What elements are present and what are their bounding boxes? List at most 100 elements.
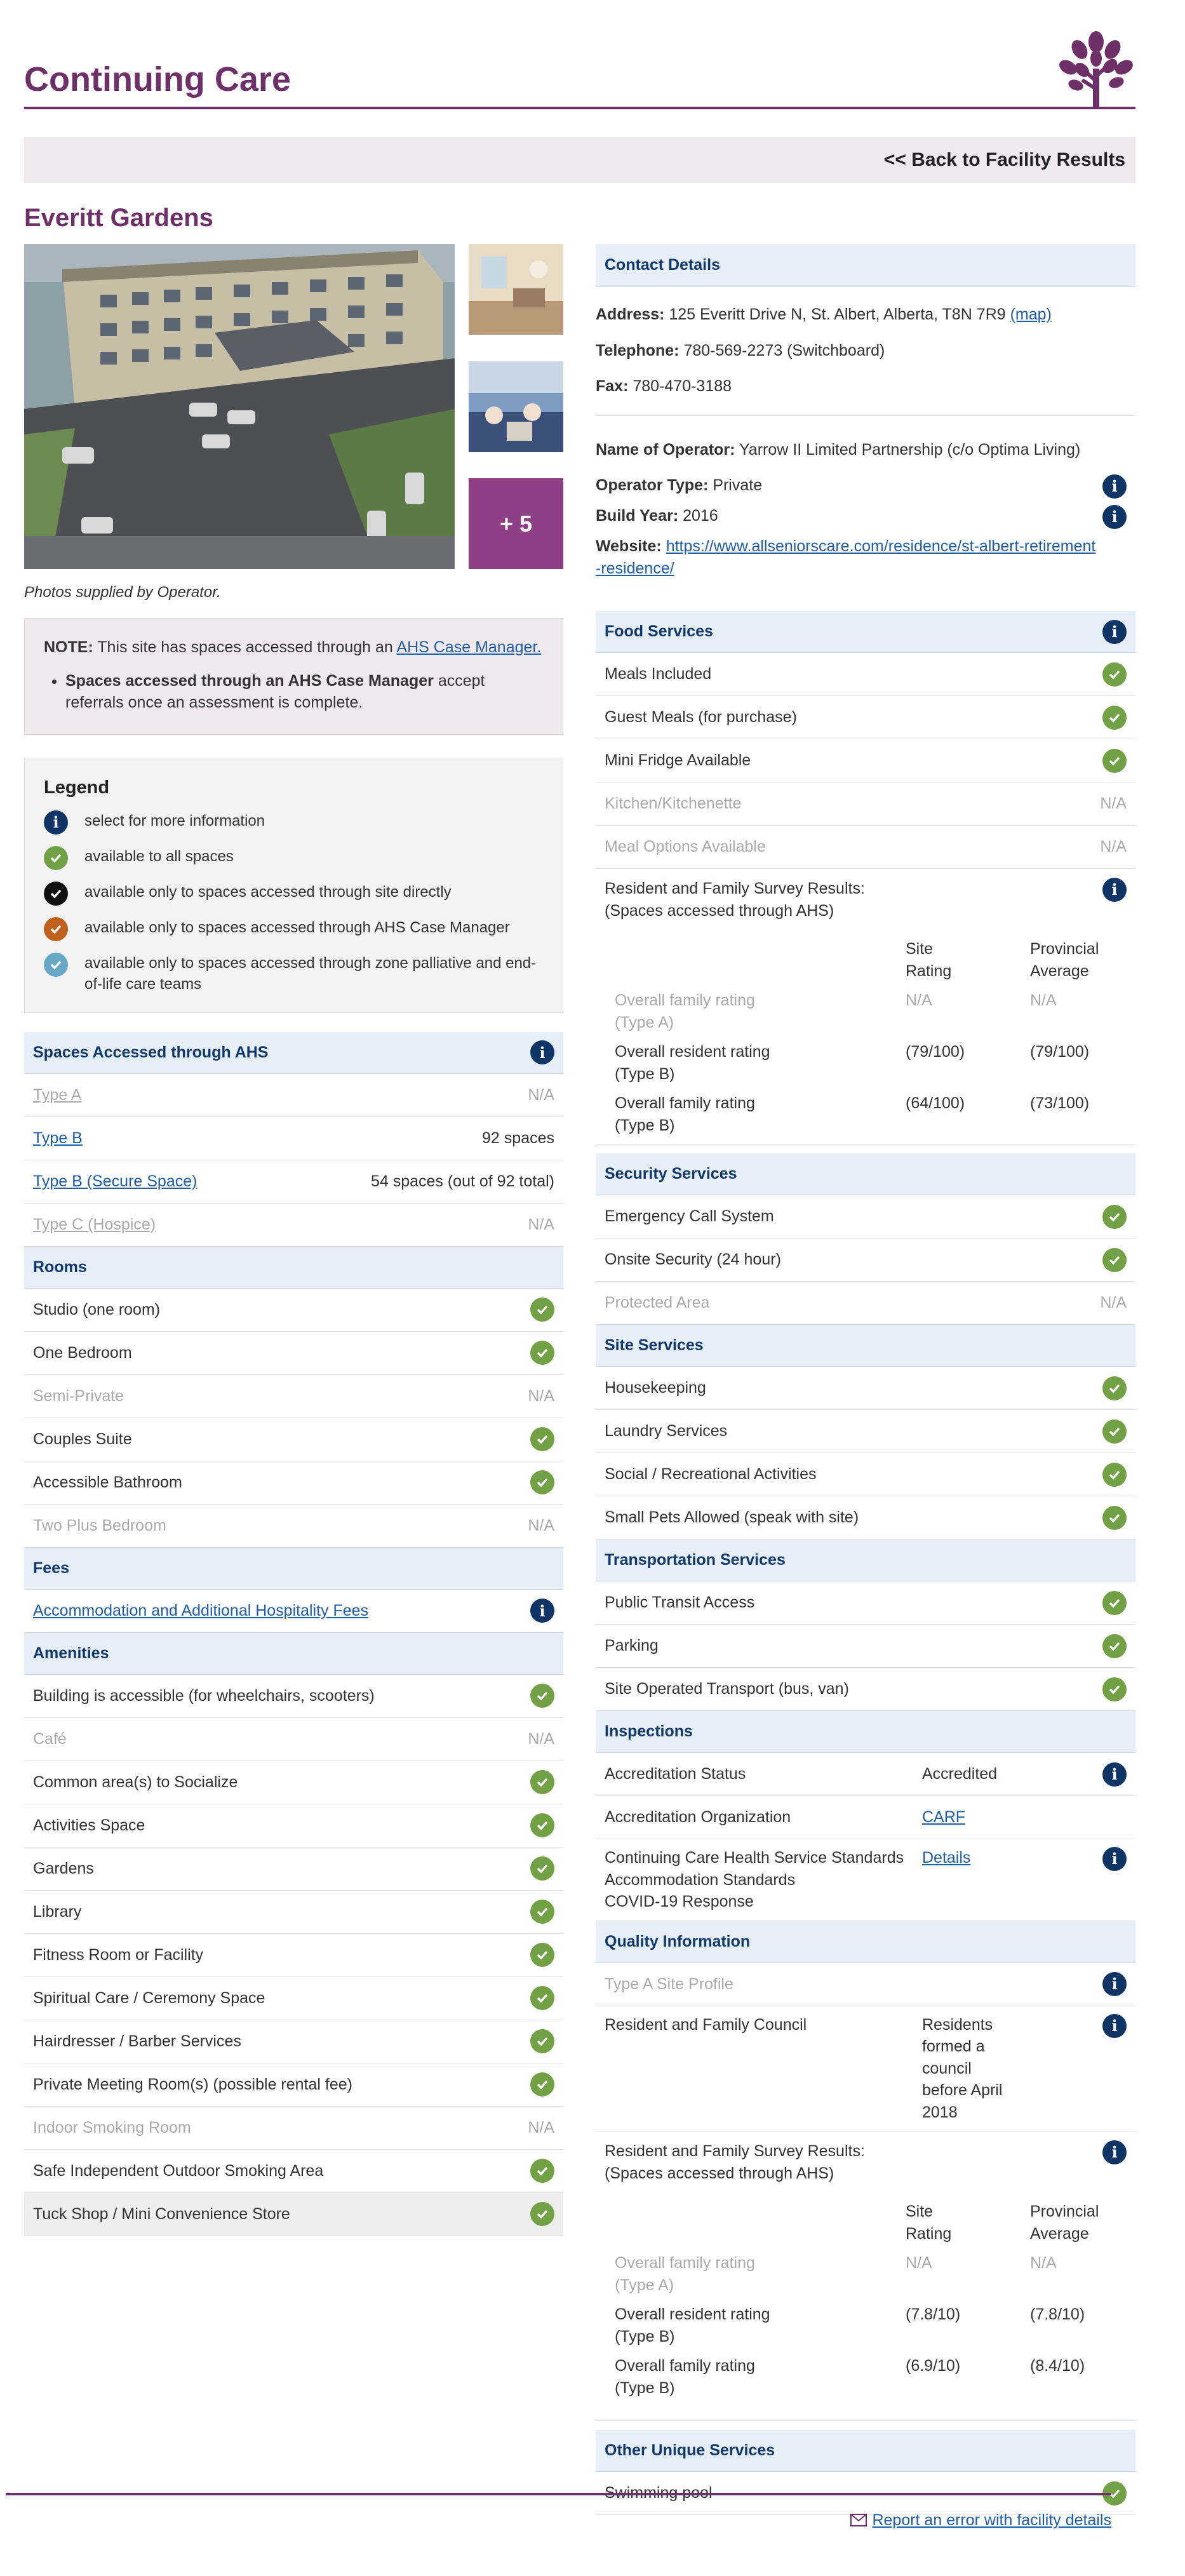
not-available-text: N/A (1100, 795, 1127, 813)
check-green-icon (1102, 1462, 1127, 1487)
not-available-text: N/A (528, 1730, 554, 1748)
back-to-results-link[interactable]: << Back to Facility Results (884, 147, 1125, 173)
check-green-icon (530, 1684, 554, 1708)
rooms-section: Rooms Studio (one room) One Bedroom Semi-P… (24, 1246, 563, 1548)
info-icon[interactable]: i (1102, 2140, 1127, 2164)
check-green-icon (530, 2029, 554, 2054)
info-icon[interactable]: i (1102, 1847, 1127, 1871)
row-label: Activities Space (33, 1816, 145, 1835)
check-green-icon (530, 1427, 554, 1452)
envelope-icon (850, 2514, 867, 2527)
check-green-icon (1102, 748, 1127, 773)
type-a-link[interactable]: Type A (33, 1084, 81, 1106)
quality-section: Quality Information Type A Site Profile i… (596, 1921, 1135, 2421)
row-label: Couples Suite (33, 1430, 132, 1449)
table-row: Library (24, 1891, 563, 1934)
table-row: Type A Site Profile i (596, 1963, 1135, 2006)
type-b-secure-link[interactable]: Type B (Secure Space) (33, 1171, 197, 1193)
check-green-icon (530, 1900, 554, 1924)
table-row: Two Plus Bedroom N/A (24, 1505, 563, 1548)
table-row: Accessible Bathroom (24, 1461, 563, 1505)
type-c-link[interactable]: Type C (Hospice) (33, 1214, 156, 1236)
table-row: Type B (Secure Space) 54 spaces (out of 9… (24, 1160, 563, 1204)
facility-name: Everitt Gardens (24, 204, 213, 232)
info-icon[interactable]: i (1102, 619, 1127, 644)
check-green-icon (44, 845, 68, 870)
info-icon[interactable]: i (1102, 1762, 1127, 1787)
info-icon[interactable]: i (1102, 474, 1127, 499)
row-label: Guest Meals (for purchase) (605, 708, 797, 727)
table-row: Laundry Services (596, 1410, 1135, 1453)
thumbnail-photo[interactable] (469, 244, 563, 335)
row-label: Protected Area (605, 1294, 710, 1312)
thumbnail-photo[interactable] (469, 361, 563, 452)
check-green-icon (530, 1341, 554, 1365)
security-section: Security Services Emergency Call System O… (596, 1153, 1135, 1325)
row-label: Parking (605, 1637, 659, 1655)
row-label: Small Pets Allowed (speak with site) (605, 1508, 859, 1527)
legend: Legend i select for more information avai… (24, 757, 563, 1013)
website-link[interactable]: https://www.allseniorscare.com/residence… (596, 537, 1095, 577)
info-icon[interactable]: i (1102, 878, 1127, 902)
check-green-icon (530, 1770, 554, 1795)
table-row: Parking (596, 1625, 1135, 1668)
row-label: Semi-Private (33, 1387, 124, 1405)
row-label: Public Transit Access (605, 1593, 755, 1612)
table-row: Building is accessible (for wheelchairs,… (24, 1675, 563, 1718)
ahs-case-manager-link[interactable]: AHS Case Manager. (396, 638, 541, 656)
row-label: One Bedroom (33, 1344, 132, 1362)
row-label: Library (33, 1903, 82, 1921)
row-label: Meal Options Available (605, 838, 766, 856)
check-green-icon (1102, 1677, 1127, 1701)
table-row: Safe Independent Outdoor Smoking Area (24, 2150, 563, 2193)
table-row: Emergency Call System (596, 1195, 1135, 1238)
row-label: Indoor Smoking Room (33, 2119, 191, 2137)
table-row: Housekeeping (596, 1367, 1135, 1410)
check-green-icon (530, 1856, 554, 1881)
main-photo[interactable] (24, 244, 455, 569)
report-error-link[interactable]: Report an error with facility details (850, 2509, 1111, 2532)
info-icon[interactable]: i (1102, 2013, 1127, 2038)
footer: Report an error with facility details (6, 2493, 1111, 2529)
table-row: Meals Included (596, 653, 1135, 696)
fees-link[interactable]: Accommodation and Additional Hospitality… (33, 1600, 368, 1622)
row-label: Gardens (33, 1860, 94, 1878)
table-row: Tuck Shop / Mini Convenience Store (24, 2192, 563, 2236)
ahs-note: NOTE: This site has spaces accessed thro… (24, 618, 563, 735)
table-row: Hairdresser / Barber Services (24, 2020, 563, 2063)
check-green-icon (530, 2072, 554, 2097)
info-icon[interactable]: i (530, 1040, 554, 1065)
check-green-icon (530, 1470, 554, 1495)
quality-survey: Resident and Family Survey Results: (Spac… (596, 2131, 1135, 2421)
row-label: Building is accessible (for wheelchairs,… (33, 1687, 375, 1705)
row-label: Tuck Shop / Mini Convenience Store (33, 2205, 290, 2224)
more-photos-button[interactable]: + 5 (469, 478, 563, 569)
check-green-icon (530, 1986, 554, 2011)
info-icon[interactable]: i (1102, 505, 1127, 529)
table-row: One Bedroom (24, 1332, 563, 1375)
check-green-icon (1102, 662, 1127, 687)
table-row: Meal Options Available N/A (596, 826, 1135, 869)
map-link[interactable]: (map) (1010, 305, 1052, 323)
row-label: Safe Independent Outdoor Smoking Area (33, 2162, 324, 2180)
row-label: Emergency Call System (605, 1207, 774, 1226)
row-label: Laundry Services (605, 1422, 728, 1440)
back-bar: << Back to Facility Results (24, 137, 1135, 183)
table-row: Activities Space (24, 1804, 563, 1848)
type-b-link[interactable]: Type B (33, 1127, 83, 1150)
table-row: Small Pets Allowed (speak with site) (596, 1496, 1135, 1540)
check-green-icon (1102, 1633, 1127, 1658)
table-row: Gardens (24, 1848, 563, 1891)
table-row: Private Meeting Room(s) (possible rental… (24, 2063, 563, 2107)
info-icon[interactable]: i (530, 1599, 554, 1623)
check-green-icon (530, 1298, 554, 1322)
info-icon[interactable]: i (1102, 1972, 1127, 1996)
row-label: Common area(s) to Socialize (33, 1773, 238, 1792)
row-label: Hairdresser / Barber Services (33, 2032, 241, 2051)
details-link[interactable]: Details (922, 1849, 970, 1867)
table-row: Accommodation and Additional Hospitality… (24, 1590, 563, 1633)
carf-link[interactable]: CARF (922, 1808, 965, 1826)
row-label: Spiritual Care / Ceremony Space (33, 1989, 265, 2008)
table-row: Mini Fridge Available (596, 739, 1135, 782)
row-label: Private Meeting Room(s) (possible rental… (33, 2076, 352, 2094)
